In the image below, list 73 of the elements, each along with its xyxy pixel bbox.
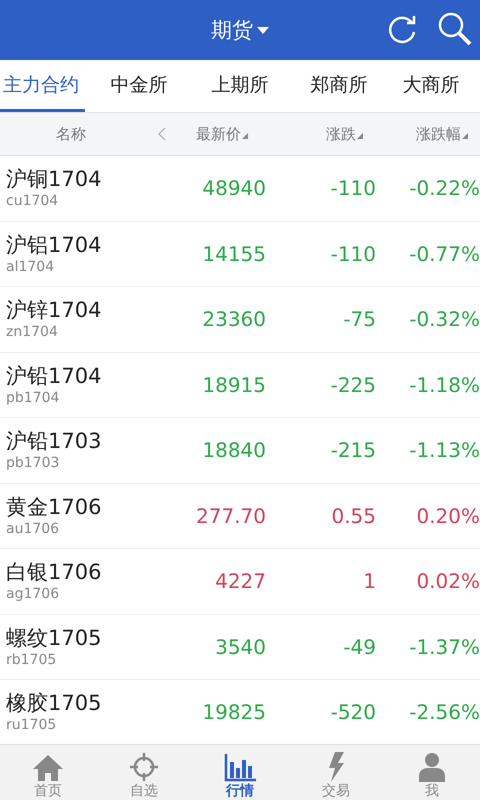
crosshair-icon bbox=[129, 752, 159, 782]
contract-code: pb1704 bbox=[6, 388, 60, 407]
caret-icon bbox=[257, 26, 269, 34]
quote-row[interactable]: 螺纹1705 rb1705 3540 -49 -1.37% bbox=[0, 614, 480, 680]
column-header[interactable]: 涨跌 bbox=[326, 124, 363, 144]
price-cell: 18915 bbox=[202, 372, 266, 397]
change-cell: -225 bbox=[330, 372, 376, 397]
home-icon bbox=[32, 754, 64, 782]
exchange-tab[interactable]: 上期所 bbox=[193, 60, 287, 112]
change-cell: -520 bbox=[330, 700, 376, 724]
change-cell: 1 bbox=[363, 569, 376, 594]
quote-row[interactable]: 黄金1706 au1706 277.70 0.55 0.20% bbox=[0, 484, 480, 549]
percent-cell: -1.13% bbox=[409, 438, 480, 462]
percent-cell: 0.02% bbox=[416, 569, 480, 594]
bar-chart-icon bbox=[224, 754, 256, 782]
quote-row[interactable]: 沪铜1704 cu1704 48940 -110 -0.22% bbox=[0, 156, 480, 222]
price-cell: 277.70 bbox=[196, 504, 266, 528]
price-cell: 3540 bbox=[215, 634, 266, 659]
contract-name: 白银1706 bbox=[6, 559, 102, 586]
exchange-tab[interactable]: 郑商所 bbox=[287, 60, 391, 112]
contract-name: 螺纹1705 bbox=[6, 624, 102, 651]
contract-name: 沪锌1704 bbox=[6, 297, 102, 324]
percent-cell: -0.32% bbox=[409, 307, 480, 332]
contract-code: rb1705 bbox=[6, 650, 58, 669]
column-header[interactable]: 名称 bbox=[56, 124, 86, 144]
contract-name: 黄金1706 bbox=[6, 494, 102, 520]
price-cell: 19825 bbox=[202, 700, 266, 724]
sort-icon bbox=[242, 132, 248, 138]
change-cell: 0.55 bbox=[331, 504, 376, 528]
percent-cell: -0.77% bbox=[409, 242, 480, 266]
change-cell: -75 bbox=[343, 307, 376, 332]
percent-cell: -1.37% bbox=[409, 634, 480, 659]
price-cell: 4227 bbox=[215, 569, 266, 594]
percent-cell: -1.18% bbox=[409, 372, 480, 397]
change-cell: -110 bbox=[330, 176, 376, 200]
person-icon bbox=[418, 752, 446, 782]
exchange-tab[interactable]: 大商所 bbox=[391, 60, 471, 112]
contract-name: 沪铜1704 bbox=[6, 166, 102, 192]
quote-row[interactable]: 沪铅1704 pb1704 18915 -225 -1.18% bbox=[0, 352, 480, 418]
contract-name: 沪铅1704 bbox=[6, 362, 102, 389]
column-header[interactable]: 涨跌幅 bbox=[416, 124, 468, 144]
lightning-icon bbox=[326, 752, 346, 782]
nav-item[interactable]: 行情 bbox=[192, 745, 288, 800]
contract-code: cu1704 bbox=[6, 192, 60, 210]
column-header[interactable]: 最新价 bbox=[196, 124, 248, 144]
contract-code: zn1704 bbox=[6, 323, 59, 342]
sort-icon bbox=[357, 132, 363, 138]
contract-code: ag1706 bbox=[6, 585, 60, 604]
price-cell: 48940 bbox=[202, 176, 266, 200]
quote-row[interactable]: 白银1706 ag1706 4227 1 0.02% bbox=[0, 549, 480, 614]
change-cell: -110 bbox=[330, 242, 376, 266]
price-cell: 18840 bbox=[202, 438, 266, 462]
contract-code: pb1703 bbox=[6, 454, 60, 472]
sort-icon bbox=[462, 132, 468, 138]
price-cell: 23360 bbox=[202, 307, 266, 332]
contract-name: 沪铅1703 bbox=[6, 428, 102, 454]
percent-cell: -0.22% bbox=[409, 176, 480, 200]
percent-cell: 0.20% bbox=[416, 504, 480, 528]
quote-row[interactable]: 沪铅1703 pb1703 18840 -215 -1.13% bbox=[0, 418, 480, 484]
contract-code: al1704 bbox=[6, 258, 56, 276]
change-cell: -215 bbox=[330, 438, 376, 462]
contract-name: 橡胶1705 bbox=[6, 690, 102, 716]
title-dropdown[interactable]: 期货 bbox=[207, 12, 273, 48]
search-icon[interactable] bbox=[437, 11, 473, 47]
contract-code: ru1705 bbox=[6, 716, 58, 734]
percent-cell: -2.56% bbox=[409, 700, 480, 724]
quote-row[interactable]: 沪铝1704 al1704 14155 -110 -0.77% bbox=[0, 222, 480, 287]
contract-code: au1706 bbox=[6, 520, 60, 538]
contract-name: 沪铝1704 bbox=[6, 232, 102, 258]
exchange-tab[interactable]: 中金所 bbox=[85, 60, 193, 112]
price-cell: 14155 bbox=[202, 242, 266, 266]
change-cell: -49 bbox=[343, 634, 376, 659]
quote-row[interactable]: 沪锌1704 zn1704 23360 -75 -0.32% bbox=[0, 287, 480, 352]
